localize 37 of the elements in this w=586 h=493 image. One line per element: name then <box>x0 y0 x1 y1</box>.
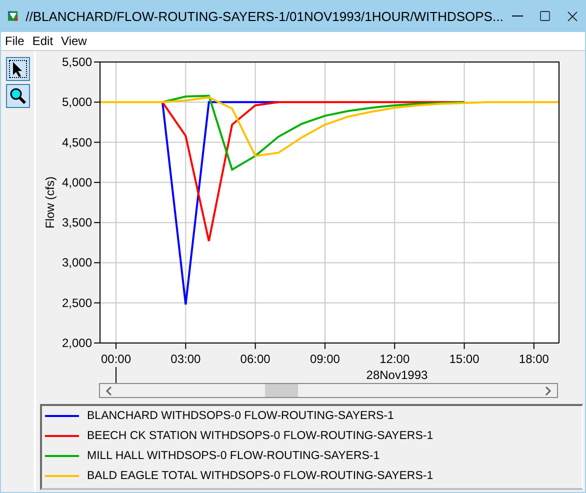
y-tick-label: 2,500 <box>62 296 92 310</box>
legend-label: MILL HALL WITHDSOPS-0 FLOW-ROUTING-SAYERS-1 <box>87 450 380 462</box>
x-tick-label: 15:00 <box>449 352 480 366</box>
y-tick-label: 2,000 <box>62 336 92 350</box>
y-tick-label: 3,500 <box>62 216 92 230</box>
y-tick-label: 4,000 <box>62 175 92 190</box>
minimize-icon <box>512 15 523 17</box>
scroll-thumb[interactable] <box>265 384 298 397</box>
scroll-right-icon[interactable] <box>543 386 553 396</box>
menu-item[interactable]: View <box>61 34 87 48</box>
horizontal-scrollbar[interactable] <box>99 383 558 398</box>
x-tick-label: 06:00 <box>240 352 270 366</box>
y-tick-label: 3,000 <box>62 256 92 270</box>
x-tick-label: 00:00 <box>101 352 132 366</box>
y-tick-label: 5,500 <box>62 55 92 69</box>
app-icon <box>8 8 18 24</box>
search-icon <box>9 87 27 105</box>
pointer-tool-button[interactable] <box>6 57 30 81</box>
legend-label: BALD EAGLE TOTAL WITHDSOPS-0 FLOW-ROUTING-SAYERS-1 <box>87 470 434 482</box>
x-tick-label: 18:00 <box>518 352 549 366</box>
legend-label: BEECH CK STATION WITHDSOPS-0 FLOW-ROUTING-SAYERS-1 <box>87 430 434 442</box>
x-tick-label: 12:00 <box>380 352 410 366</box>
x-tick-label: 03:00 <box>170 352 201 366</box>
x-tick-label: 09:00 <box>310 352 340 366</box>
y-tick-label: 5,000 <box>62 95 92 110</box>
date-tick-mark <box>116 366 117 383</box>
menu-item[interactable]: Edit <box>32 34 54 48</box>
window-title: //BLANCHARD/FLOW-ROUTING-SAYERS-1/01NOV1993/1HOUR/WITHDSOPS... <box>26 8 504 24</box>
scroll-left-icon[interactable] <box>104 386 114 396</box>
pointer-icon <box>12 61 24 77</box>
y-axis-label: Flow (cfs) <box>43 176 57 228</box>
y-tick-label: 4,500 <box>62 135 92 150</box>
menu-item[interactable]: File <box>5 34 24 48</box>
x-axis-label: 28Nov1993 <box>366 368 428 382</box>
legend-label: BLANCHARD WITHDSOPS-0 FLOW-ROUTING-SAYERS-1 <box>87 410 394 422</box>
zoom-tool-button[interactable] <box>6 84 30 108</box>
maximize-icon <box>538 10 551 22</box>
